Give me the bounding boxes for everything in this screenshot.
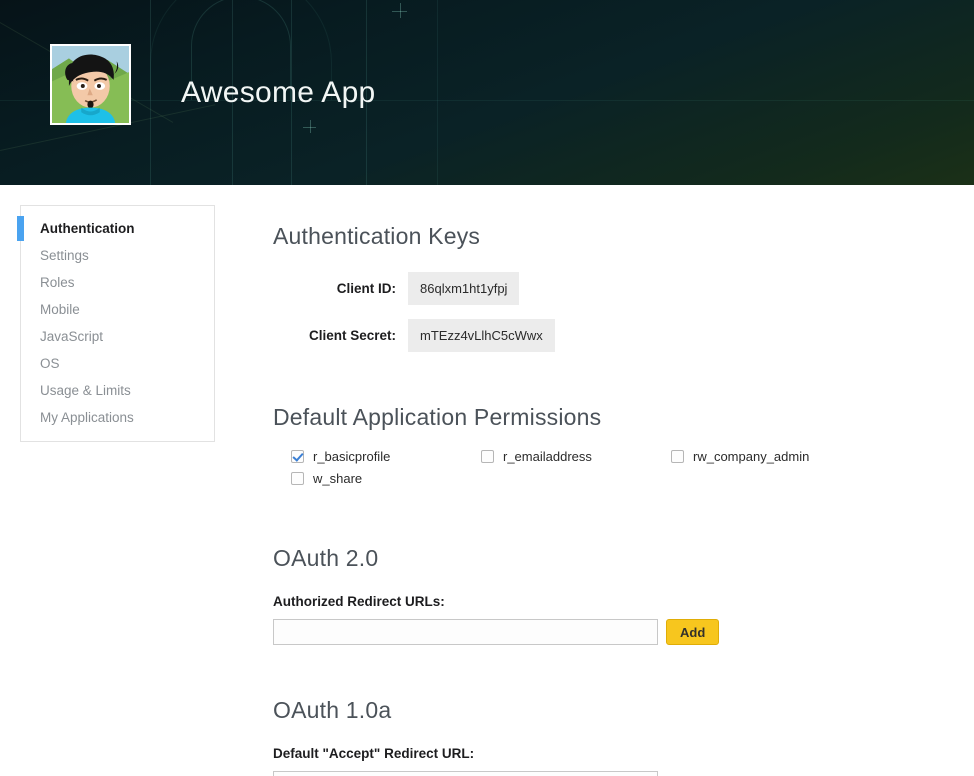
sidebar-item-label: OS [40,356,60,371]
checkbox-r-basicprofile[interactable] [291,450,304,463]
client-id-row: Client ID: 86qlxm1ht1yfpj [273,272,963,305]
default-accept-redirect-url-row [273,771,963,776]
permissions-list: r_basicprofile r_emailaddress rw_company… [291,449,911,493]
add-button[interactable]: Add [666,619,720,645]
avatar [50,44,131,125]
permission-label: r_emailaddress [503,449,592,464]
permission-label: w_share [313,471,363,486]
permission-w-share[interactable]: w_share [291,471,481,486]
page-body: Authentication Settings Roles Mobile Jav… [0,185,974,776]
default-accept-redirect-url-label: Default "Accept" Redirect URL: [273,746,475,761]
checkbox-r-emailaddress[interactable] [481,450,494,463]
sidebar-item-roles[interactable]: Roles [21,269,214,296]
sidebar-item-label: Authentication [40,221,135,236]
sidebar-item-label: Usage & Limits [40,383,131,398]
client-secret-row: Client Secret: mTEzz4vLlhC5cWwx [273,319,963,352]
app-header: Awesome App [0,0,974,185]
sidebar-item-label: My Applications [40,410,134,425]
page-title: Awesome App [181,76,376,109]
authorized-redirect-urls-row: Add [273,619,963,645]
sidebar-item-javascript[interactable]: JavaScript [21,323,214,350]
sidebar-item-mobile[interactable]: Mobile [21,296,214,323]
permission-label: r_basicprofile [313,449,391,464]
section-heading-oauth2: OAuth 2.0 [273,545,379,571]
permission-rw-company-admin[interactable]: rw_company_admin [671,449,901,464]
client-id-value: 86qlxm1ht1yfpj [408,272,520,305]
checkbox-w-share[interactable] [291,472,304,485]
sidebar-item-os[interactable]: OS [21,350,214,377]
sidebar-item-usage-limits[interactable]: Usage & Limits [21,377,214,404]
authorized-redirect-urls-input[interactable] [273,619,658,645]
sidebar-item-label: JavaScript [40,329,104,344]
section-heading-authentication-keys: Authentication Keys [273,223,481,249]
main-content: Authentication Keys Client ID: 86qlxm1ht… [273,185,963,776]
section-heading-default-application-permissions: Default Application Permissions [273,404,602,430]
avatar-image [52,46,129,123]
client-id-label: Client ID: [336,281,396,296]
permission-label: rw_company_admin [693,449,810,464]
permission-r-emailaddress[interactable]: r_emailaddress [481,449,671,464]
authorized-redirect-urls-label: Authorized Redirect URLs: [273,594,445,609]
section-heading-oauth1: OAuth 1.0a [273,697,392,723]
active-marker [17,216,24,241]
sidebar-item-settings[interactable]: Settings [21,242,214,269]
sidebar-item-label: Mobile [40,302,80,317]
sidebar-item-authentication[interactable]: Authentication [17,215,214,242]
sidebar-nav: Authentication Settings Roles Mobile Jav… [17,205,215,442]
sidebar-item-my-applications[interactable]: My Applications [21,404,214,431]
sidebar-item-label: Roles [40,275,75,290]
default-accept-redirect-url-input[interactable] [273,771,658,776]
permission-r-basicprofile[interactable]: r_basicprofile [291,449,481,464]
client-secret-label: Client Secret: [308,328,396,343]
sidebar-item-label: Settings [40,248,89,263]
header-decorative-lineart [0,0,974,185]
checkbox-rw-company-admin[interactable] [671,450,684,463]
client-secret-value: mTEzz4vLlhC5cWwx [408,319,555,352]
